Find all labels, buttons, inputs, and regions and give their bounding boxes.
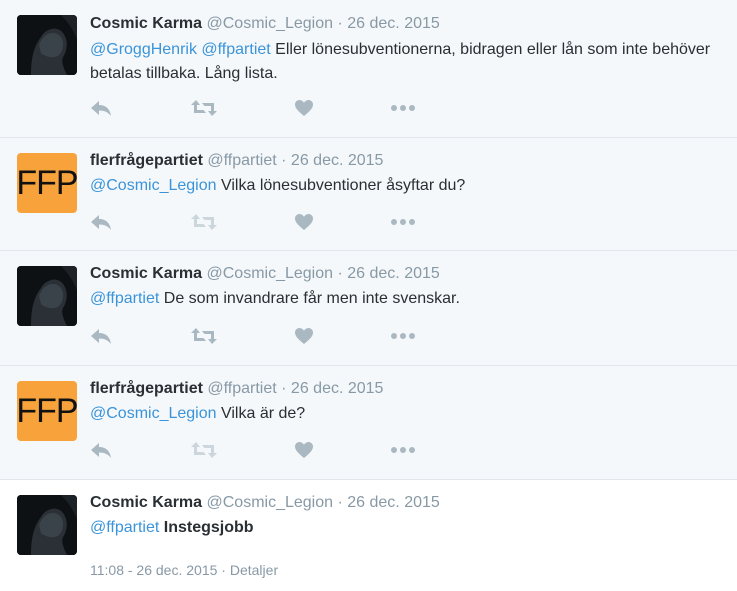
- mention-link[interactable]: @ffpartiet: [201, 41, 270, 58]
- tweet-timestamp[interactable]: 11:08 - 26 dec. 2015: [90, 562, 217, 578]
- author-name[interactable]: flerfrågepartiet: [90, 380, 203, 397]
- separator: ·: [337, 15, 343, 32]
- separator: ·: [337, 265, 343, 282]
- tweet-body: Vilka lönesubventioner åsyftar du?: [220, 177, 466, 194]
- separator: ·: [221, 562, 226, 578]
- tweet-date[interactable]: 26 dec. 2015: [347, 15, 440, 32]
- avatar-text: FFP: [17, 164, 77, 202]
- conversation-feed: Cosmic Karma @Cosmic_Legion · 26 dec. 20…: [0, 0, 737, 591]
- author-handle[interactable]: @ffpartiet: [207, 380, 276, 397]
- avatar[interactable]: [17, 495, 77, 555]
- like-icon[interactable]: [294, 440, 314, 460]
- author-handle[interactable]: @Cosmic_Legion: [207, 265, 334, 282]
- avatar[interactable]: [17, 266, 77, 326]
- like-icon[interactable]: [294, 326, 314, 346]
- tweet[interactable]: Cosmic Karma @Cosmic_Legion · 26 dec. 20…: [0, 0, 737, 138]
- avatar[interactable]: FFP: [17, 381, 77, 441]
- tweet-text: @Cosmic_Legion Vilka lönesubventioner ås…: [90, 174, 720, 198]
- reply-icon[interactable]: [90, 98, 112, 118]
- more-icon[interactable]: [390, 212, 416, 232]
- author-name[interactable]: flerfrågepartiet: [90, 152, 203, 169]
- author-name[interactable]: Cosmic Karma: [90, 265, 202, 282]
- author-name[interactable]: Cosmic Karma: [90, 494, 202, 511]
- retweet-icon: [190, 212, 218, 232]
- avatar-image: [17, 495, 77, 555]
- more-icon[interactable]: [390, 98, 416, 118]
- tweet-body: Instegsjobb: [163, 519, 254, 536]
- tweet-text: @ffpartiet Instegsjobb: [90, 516, 720, 540]
- tweet-meta: 11:08 - 26 dec. 2015 · Detaljer: [90, 562, 278, 578]
- tweet-header: Cosmic Karma @Cosmic_Legion · 26 dec. 20…: [90, 493, 440, 513]
- tweet-header: Cosmic Karma @Cosmic_Legion · 26 dec. 20…: [90, 264, 440, 284]
- tweet-body: De som invandrare får men inte svenskar.: [163, 290, 460, 307]
- author-handle[interactable]: @Cosmic_Legion: [207, 494, 334, 511]
- tweet-text: @Cosmic_Legion Vilka är de?: [90, 402, 720, 426]
- reply-icon[interactable]: [90, 440, 112, 460]
- tweet-header: flerfrågepartiet @ffpartiet · 26 dec. 20…: [90, 151, 383, 171]
- mention-link[interactable]: @Cosmic_Legion: [90, 405, 217, 422]
- tweet[interactable]: Cosmic Karma @Cosmic_Legion · 26 dec. 20…: [0, 251, 737, 366]
- tweet-text: @ffpartiet De som invandrare får men int…: [90, 287, 720, 311]
- tweet-date[interactable]: 26 dec. 2015: [347, 494, 440, 511]
- mention-link[interactable]: @GroggHenrik: [90, 41, 197, 58]
- like-icon[interactable]: [294, 98, 314, 118]
- reply-icon[interactable]: [90, 326, 112, 346]
- details-link[interactable]: Detaljer: [230, 562, 278, 578]
- mention-link[interactable]: @ffpartiet: [90, 290, 159, 307]
- tweet-date[interactable]: 26 dec. 2015: [291, 380, 384, 397]
- author-name[interactable]: Cosmic Karma: [90, 15, 202, 32]
- author-handle[interactable]: @Cosmic_Legion: [207, 15, 334, 32]
- tweet-text: @GroggHenrik @ffpartiet Eller lönesubven…: [90, 38, 720, 86]
- more-icon[interactable]: [390, 326, 416, 346]
- retweet-icon: [190, 440, 218, 460]
- more-icon[interactable]: [390, 440, 416, 460]
- tweet-header: flerfrågepartiet @ffpartiet · 26 dec. 20…: [90, 379, 383, 399]
- avatar[interactable]: FFP: [17, 153, 77, 213]
- tweet-header: Cosmic Karma @Cosmic_Legion · 26 dec. 20…: [90, 14, 440, 34]
- avatar-text: FFP: [17, 392, 77, 430]
- avatar-image: [17, 266, 77, 326]
- focused-tweet[interactable]: Cosmic Karma @Cosmic_Legion · 26 dec. 20…: [0, 480, 737, 591]
- separator: ·: [281, 152, 287, 169]
- avatar[interactable]: [17, 15, 77, 75]
- tweet-body: Vilka är de?: [220, 405, 306, 422]
- tweet-date[interactable]: 26 dec. 2015: [291, 152, 384, 169]
- retweet-icon[interactable]: [190, 326, 218, 346]
- avatar-image: [17, 15, 77, 75]
- separator: ·: [337, 494, 343, 511]
- author-handle[interactable]: @ffpartiet: [207, 152, 276, 169]
- mention-link[interactable]: @Cosmic_Legion: [90, 177, 217, 194]
- reply-icon[interactable]: [90, 212, 112, 232]
- retweet-icon[interactable]: [190, 98, 218, 118]
- tweet-date[interactable]: 26 dec. 2015: [347, 265, 440, 282]
- tweet[interactable]: FFP flerfrågepartiet @ffpartiet · 26 dec…: [0, 366, 737, 480]
- separator: ·: [281, 380, 287, 397]
- tweet[interactable]: FFP flerfrågepartiet @ffpartiet · 26 dec…: [0, 138, 737, 251]
- like-icon[interactable]: [294, 212, 314, 232]
- mention-link[interactable]: @ffpartiet: [90, 519, 159, 536]
